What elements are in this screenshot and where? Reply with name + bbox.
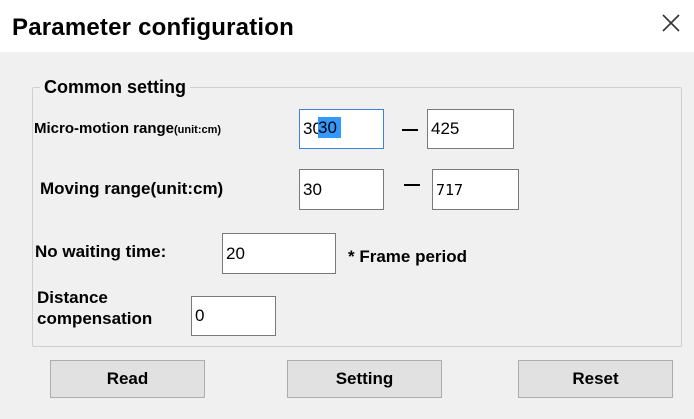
moving-range-max-input[interactable] xyxy=(432,169,519,210)
no-waiting-time-label: No waiting time: xyxy=(35,242,167,261)
frame-period-label: * Frame period xyxy=(348,247,468,266)
setting-button[interactable]: Setting xyxy=(287,360,442,398)
distance-compensation-label-line2: compensation xyxy=(37,309,153,328)
distance-compensation-label: Distance compensation xyxy=(37,287,152,329)
no-waiting-time-input[interactable] xyxy=(222,233,336,274)
moving-range-min-input[interactable] xyxy=(299,169,384,210)
read-button[interactable]: Read xyxy=(50,360,205,398)
reset-button[interactable]: Reset xyxy=(518,360,673,398)
micro-motion-max-input[interactable] xyxy=(427,109,514,149)
common-setting-title: Common setting xyxy=(40,77,190,98)
close-icon xyxy=(662,14,680,32)
parameter-configuration-dialog: Parameter configuration Common setting M… xyxy=(0,0,694,419)
distance-compensation-label-line1: Distance xyxy=(37,288,108,307)
micro-motion-min-selected-text: 30 xyxy=(318,118,337,137)
moving-range-label: Moving range(unit:cm) xyxy=(40,179,224,198)
moving-range-separator xyxy=(404,184,420,186)
micro-motion-unit-label: (unit:cm) xyxy=(174,124,222,136)
title-bar: Parameter configuration xyxy=(0,0,694,52)
distance-compensation-input[interactable] xyxy=(191,296,276,336)
micro-motion-min-input[interactable] xyxy=(299,109,384,149)
micro-motion-range-text: Micro-motion range xyxy=(34,120,175,137)
dialog-title: Parameter configuration xyxy=(12,14,294,41)
micro-motion-range-label: Micro-motion range(unit:cm) xyxy=(34,120,221,137)
micro-motion-range-separator xyxy=(402,129,418,131)
close-button[interactable] xyxy=(654,6,688,40)
